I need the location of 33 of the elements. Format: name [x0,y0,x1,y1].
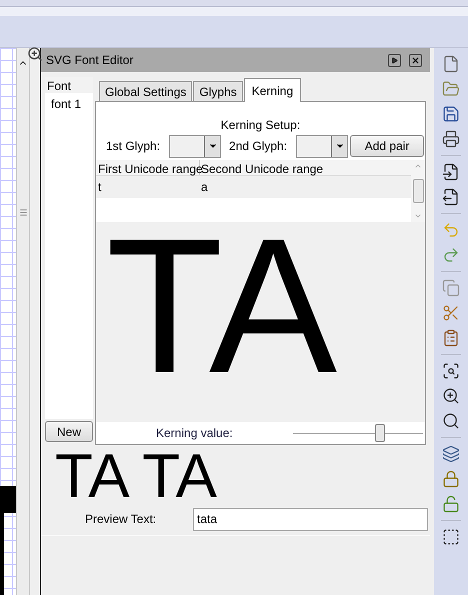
scroll-grip-icon [18,208,28,217]
preview-text-field[interactable]: tata [193,508,428,530]
column-header: First Unicode range [96,160,200,175]
table-cell-text: a [200,179,208,196]
kerning-value-label: Kerning value: [156,425,233,442]
zoom-icon [27,46,43,62]
second-glyph-dropdown[interactable] [296,134,348,158]
tab[interactable]: Kerning [244,78,302,102]
slider-thumb[interactable] [374,424,385,442]
dialog-title: SVG Font Editor [46,52,134,69]
scroll-up-icon [414,162,422,170]
column-header: Second Unicode range [201,161,324,175]
font-list-item[interactable]: font 1 [45,93,93,115]
glyph-preview: TA [106,222,338,393]
field-label: 1st Glyph: [106,138,160,155]
preview-text-label: Preview Text: [85,511,158,528]
kerning-slider[interactable] [292,424,423,442]
tab[interactable]: Glyphs [193,81,243,101]
table-cell-text: t [97,179,102,196]
add-pair-button[interactable]: Add pair [350,135,424,157]
scroll-down-icon [414,212,422,220]
table-scrollbar[interactable] [411,160,425,222]
text-preview: TA TA [55,445,218,507]
close-icon [411,56,420,64]
column-header: Font [45,77,93,93]
close-button[interactable] [409,54,422,66]
float-button[interactable] [388,54,401,66]
play-icon [391,56,398,64]
new-button[interactable]: New [45,421,93,442]
tab[interactable]: Global Settings [99,81,192,101]
first-glyph-dropdown[interactable] [169,134,222,158]
field-label: 2nd Glyph: [229,138,288,155]
section-heading: Kerning Setup: [220,117,300,132]
